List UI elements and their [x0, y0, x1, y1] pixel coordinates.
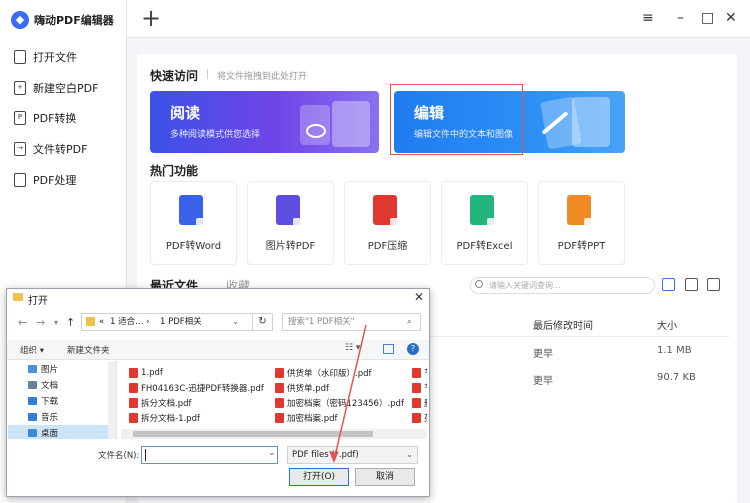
annotation-arrow [329, 324, 367, 463]
